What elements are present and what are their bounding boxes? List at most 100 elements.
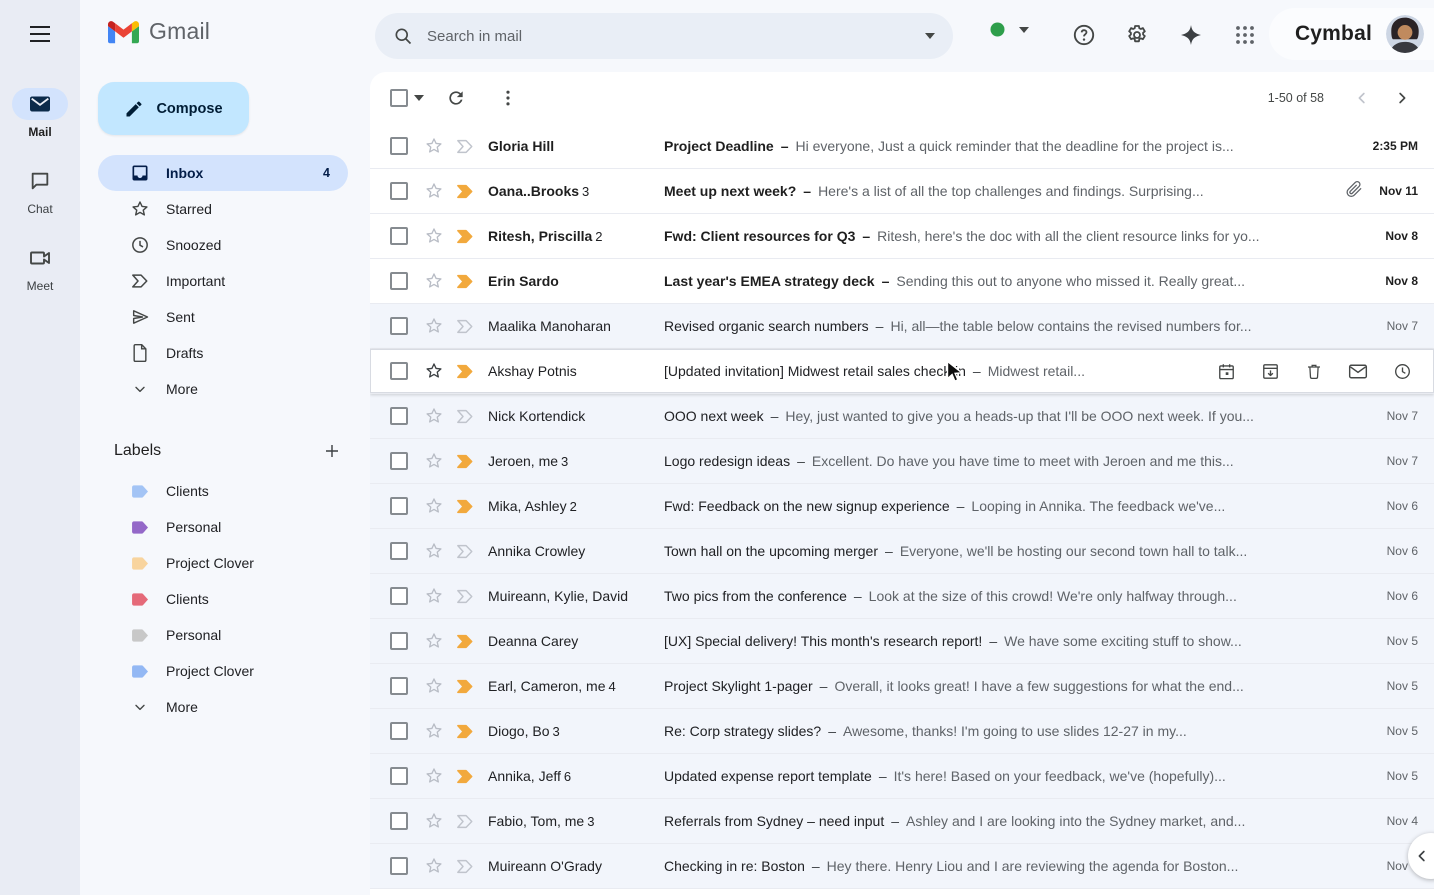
star-button[interactable]: [424, 451, 444, 471]
row-checkbox[interactable]: [390, 227, 408, 245]
sidebar-label-item[interactable]: Project Clover: [98, 653, 348, 689]
rail-item-chat[interactable]: Chat: [12, 165, 68, 216]
star-button[interactable]: [424, 586, 444, 606]
sidebar-label-item[interactable]: Personal: [98, 509, 348, 545]
email-row[interactable]: Erin Sardo Last year's EMEA strategy dec…: [370, 259, 1434, 304]
row-checkbox[interactable]: [390, 677, 408, 695]
gemini-button[interactable]: [1169, 13, 1213, 57]
importance-marker[interactable]: [456, 184, 474, 199]
row-checkbox[interactable]: [390, 272, 408, 290]
star-button[interactable]: [424, 226, 444, 246]
row-checkbox[interactable]: [390, 767, 408, 785]
sidebar-label-item[interactable]: Project Clover: [98, 545, 348, 581]
sidebar-label-item[interactable]: Clients: [98, 581, 348, 617]
email-row[interactable]: Mika, Ashley2 Fwd: Feedback on the new s…: [370, 484, 1434, 529]
search-bar[interactable]: [375, 13, 953, 59]
sidebar-item-drafts[interactable]: Drafts: [98, 335, 348, 371]
row-checkbox[interactable]: [390, 452, 408, 470]
more-options-button[interactable]: [488, 78, 528, 118]
email-row[interactable]: Akshay Potnis [Updated invitation] Midwe…: [370, 349, 1434, 394]
star-button[interactable]: [424, 271, 444, 291]
compose-button[interactable]: Compose: [98, 82, 249, 135]
importance-marker[interactable]: [456, 139, 474, 154]
star-button[interactable]: [424, 181, 444, 201]
sidebar-item-more[interactable]: More: [98, 371, 348, 407]
snooze-button[interactable]: [1393, 362, 1412, 381]
email-row[interactable]: Annika Crowley Town hall on the upcoming…: [370, 529, 1434, 574]
delete-button[interactable]: [1305, 362, 1323, 381]
importance-marker[interactable]: [456, 409, 474, 424]
row-checkbox[interactable]: [390, 722, 408, 740]
star-button[interactable]: [424, 676, 444, 696]
importance-marker[interactable]: [456, 814, 474, 829]
importance-marker[interactable]: [456, 499, 474, 514]
email-row[interactable]: Jeroen, me3 Logo redesign ideas – Excell…: [370, 439, 1434, 484]
select-options-caret-icon[interactable]: [414, 95, 424, 101]
star-button[interactable]: [424, 631, 444, 651]
importance-marker[interactable]: [456, 634, 474, 649]
email-row[interactable]: Gloria Hill Project Deadline – Hi everyo…: [370, 124, 1434, 169]
row-checkbox[interactable]: [390, 587, 408, 605]
email-row[interactable]: Maalika Manoharan Revised organic search…: [370, 304, 1434, 349]
row-checkbox[interactable]: [390, 137, 408, 155]
sidebar-label-item[interactable]: Clients: [98, 473, 348, 509]
email-row[interactable]: Oana..Brooks3 Meet up next week? – Here'…: [370, 169, 1434, 214]
row-checkbox[interactable]: [390, 812, 408, 830]
archive-button[interactable]: [1261, 362, 1280, 381]
star-button[interactable]: [424, 406, 444, 426]
account-status-selector[interactable]: [990, 22, 1029, 37]
star-button[interactable]: [424, 856, 444, 876]
star-button[interactable]: [424, 136, 444, 156]
importance-marker[interactable]: [456, 769, 474, 784]
importance-marker[interactable]: [456, 229, 474, 244]
star-button[interactable]: [424, 811, 444, 831]
main-menu-button[interactable]: [20, 14, 60, 54]
older-page-button[interactable]: [1384, 80, 1420, 116]
email-row[interactable]: Muireann O'Grady Checking in re: Boston …: [370, 844, 1434, 889]
sidebar-item-snoozed[interactable]: Snoozed: [98, 227, 348, 263]
sidebar-item-sent[interactable]: Sent: [98, 299, 348, 335]
newer-page-button[interactable]: [1344, 80, 1380, 116]
importance-marker[interactable]: [456, 679, 474, 694]
importance-marker[interactable]: [456, 859, 474, 874]
row-checkbox[interactable]: [390, 857, 408, 875]
sidebar-item-inbox[interactable]: Inbox 4: [98, 155, 348, 191]
gmail-logo[interactable]: Gmail: [108, 18, 210, 45]
row-checkbox[interactable]: [390, 362, 408, 380]
email-row[interactable]: Diogo, Bo3 Re: Corp strategy slides? – A…: [370, 709, 1434, 754]
email-row[interactable]: Ritesh, Priscilla2 Fwd: Client resources…: [370, 214, 1434, 259]
row-checkbox[interactable]: [390, 542, 408, 560]
search-options-caret-icon[interactable]: [925, 33, 935, 39]
importance-marker[interactable]: [456, 724, 474, 739]
select-all-checkbox[interactable]: [390, 89, 408, 107]
importance-marker[interactable]: [456, 589, 474, 604]
importance-marker[interactable]: [456, 274, 474, 289]
email-row[interactable]: Fabio, Tom, me3 Referrals from Sydney – …: [370, 799, 1434, 844]
sidebar-label-item[interactable]: Personal: [98, 617, 348, 653]
row-checkbox[interactable]: [390, 632, 408, 650]
importance-marker[interactable]: [456, 319, 474, 334]
row-checkbox[interactable]: [390, 182, 408, 200]
importance-marker[interactable]: [456, 454, 474, 469]
row-checkbox[interactable]: [390, 497, 408, 515]
row-checkbox[interactable]: [390, 407, 408, 425]
email-row[interactable]: Muireann, Kylie, David Two pics from the…: [370, 574, 1434, 619]
labels-more[interactable]: More: [98, 689, 348, 725]
star-button[interactable]: [424, 361, 444, 381]
support-button[interactable]: [1062, 13, 1106, 57]
account-avatar[interactable]: [1386, 15, 1424, 53]
mark-unread-button[interactable]: [1348, 363, 1368, 380]
star-button[interactable]: [424, 316, 444, 336]
rail-item-mail[interactable]: Mail: [12, 88, 68, 139]
rail-item-meet[interactable]: Meet: [12, 242, 68, 293]
email-row[interactable]: Deanna Carey [UX] Special delivery! This…: [370, 619, 1434, 664]
rsvp-calendar-button[interactable]: [1217, 362, 1236, 381]
star-button[interactable]: [424, 496, 444, 516]
row-checkbox[interactable]: [390, 317, 408, 335]
email-row[interactable]: Nick Kortendick OOO next week – Hey, jus…: [370, 394, 1434, 439]
email-row[interactable]: Annika, Jeff6 Updated expense report tem…: [370, 754, 1434, 799]
search-input[interactable]: [427, 28, 925, 45]
sidebar-item-important[interactable]: Important: [98, 263, 348, 299]
star-button[interactable]: [424, 766, 444, 786]
importance-marker[interactable]: [456, 364, 474, 379]
